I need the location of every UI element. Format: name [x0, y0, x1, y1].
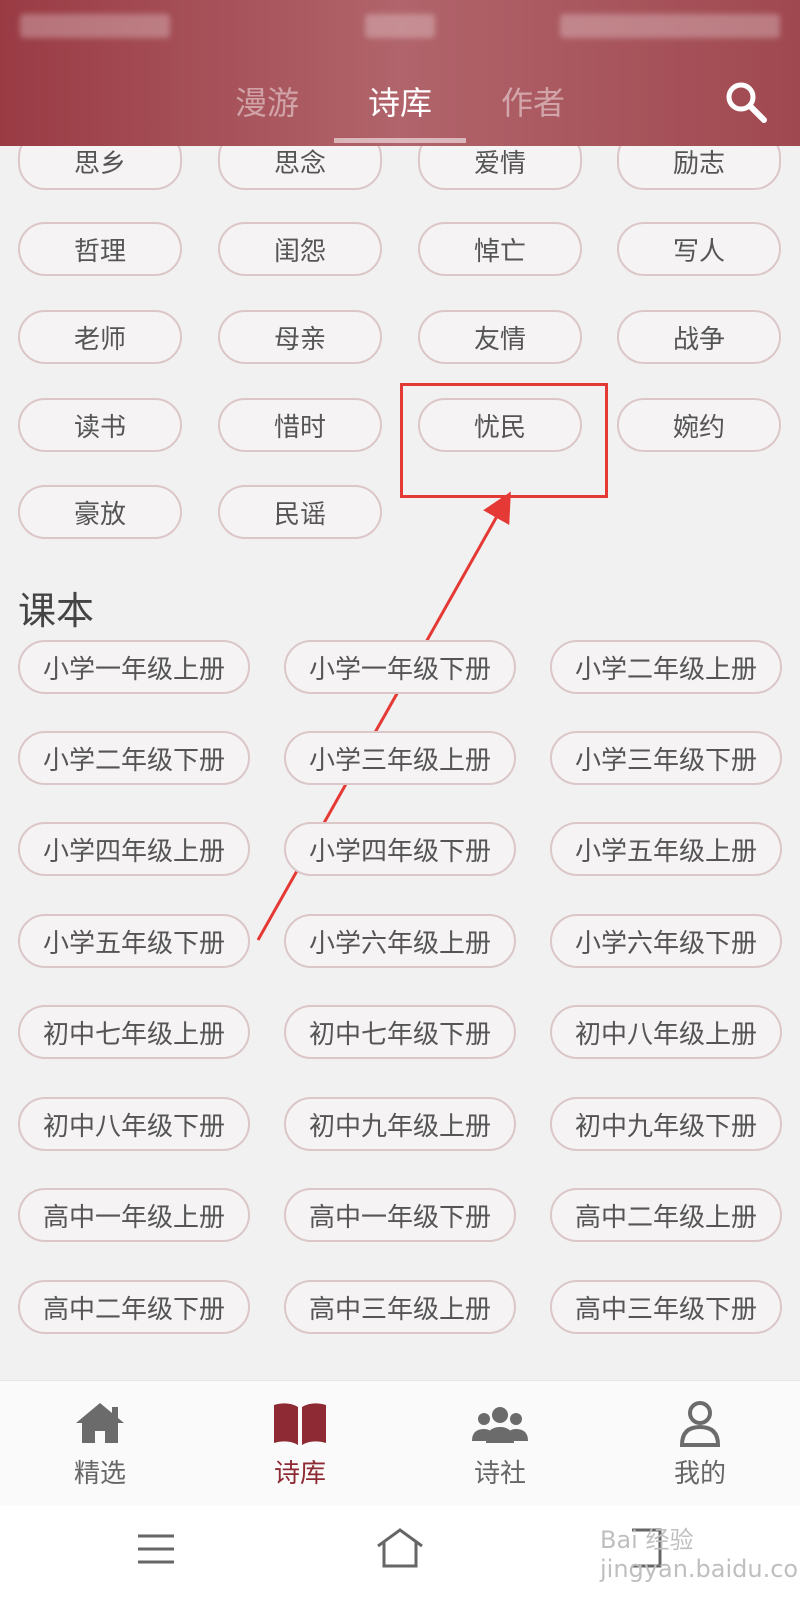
nav-label: 诗社: [473, 1459, 526, 1489]
textbook-pill[interactable]: 初中八年级上册: [550, 1005, 782, 1059]
textbook-pill[interactable]: 小学五年级下册: [18, 914, 250, 968]
status-bar-left-blurred: [20, 14, 170, 38]
top-tabs-overlay: 漫游 诗库 作者: [0, 70, 800, 146]
menu-icon[interactable]: [136, 1532, 176, 1566]
annotation-arrow: [256, 491, 511, 941]
nav-label: 我的: [673, 1459, 726, 1489]
user-icon: [670, 1399, 730, 1449]
textbook-pill[interactable]: 小学五年级上册: [550, 822, 782, 876]
textbook-pill[interactable]: 高中三年级上册: [284, 1280, 516, 1334]
nav-item-featured[interactable]: 精选: [30, 1399, 170, 1490]
textbook-pill[interactable]: 小学四年级上册: [18, 822, 250, 876]
tab-roam[interactable]: 漫游: [202, 78, 332, 124]
nav-item-poetry-club[interactable]: 诗社: [430, 1399, 570, 1490]
search-icon[interactable]: [724, 80, 768, 124]
textbook-pill[interactable]: 高中三年级下册: [550, 1280, 782, 1334]
textbook-pill[interactable]: 小学二年级下册: [18, 731, 250, 785]
textbook-pill[interactable]: 小学二年级上册: [550, 640, 782, 694]
textbook-pill[interactable]: 高中二年级上册: [550, 1188, 782, 1242]
nav-label: 诗库: [273, 1459, 326, 1489]
textbook-pill[interactable]: 小学六年级上册: [284, 914, 516, 968]
status-bar-center-blurred: [365, 14, 435, 38]
textbook-pill[interactable]: 高中二年级下册: [18, 1280, 250, 1334]
header-overlay: 漫游 诗库 作者: [0, 0, 800, 146]
textbook-pill[interactable]: 小学六年级下册: [550, 914, 782, 968]
tab-poetry-library[interactable]: 诗库: [335, 78, 465, 124]
home-icon: [70, 1399, 130, 1449]
textbook-pill[interactable]: 初中七年级上册: [18, 1005, 250, 1059]
users-icon: [470, 1399, 530, 1449]
book-icon: [270, 1399, 330, 1449]
textbook-pill[interactable]: 小学一年级上册: [18, 640, 250, 694]
textbook-pill[interactable]: 小学三年级上册: [284, 731, 516, 785]
active-tab-indicator: [334, 138, 466, 143]
section-title-textbook: 课本: [18, 589, 95, 633]
textbook-pill[interactable]: 小学三年级下册: [550, 731, 782, 785]
textbook-pill[interactable]: 初中七年级下册: [284, 1005, 516, 1059]
textbook-pill[interactable]: 初中九年级下册: [550, 1097, 782, 1151]
textbook-pill[interactable]: 高中一年级下册: [284, 1188, 516, 1242]
nav-item-profile[interactable]: 我的: [630, 1399, 770, 1490]
home-nav-icon[interactable]: [374, 1526, 426, 1570]
textbook-pill[interactable]: 初中九年级上册: [284, 1097, 516, 1151]
textbook-pill[interactable]: 高中一年级上册: [18, 1188, 250, 1242]
textbook-pill[interactable]: 小学一年级下册: [284, 640, 516, 694]
textbook-pill[interactable]: 小学四年级下册: [284, 822, 516, 876]
bottom-navigation: 精选 诗库 诗社 我的: [0, 1380, 800, 1506]
watermark: Bai 经验 jingyan.baidu.com: [600, 1526, 800, 1583]
nav-item-poetry-library[interactable]: 诗库: [230, 1399, 370, 1490]
textbook-pill[interactable]: 初中八年级下册: [18, 1097, 250, 1151]
nav-label: 精选: [73, 1459, 126, 1489]
tab-authors[interactable]: 作者: [468, 78, 598, 124]
status-bar-right-blurred: [560, 14, 780, 38]
